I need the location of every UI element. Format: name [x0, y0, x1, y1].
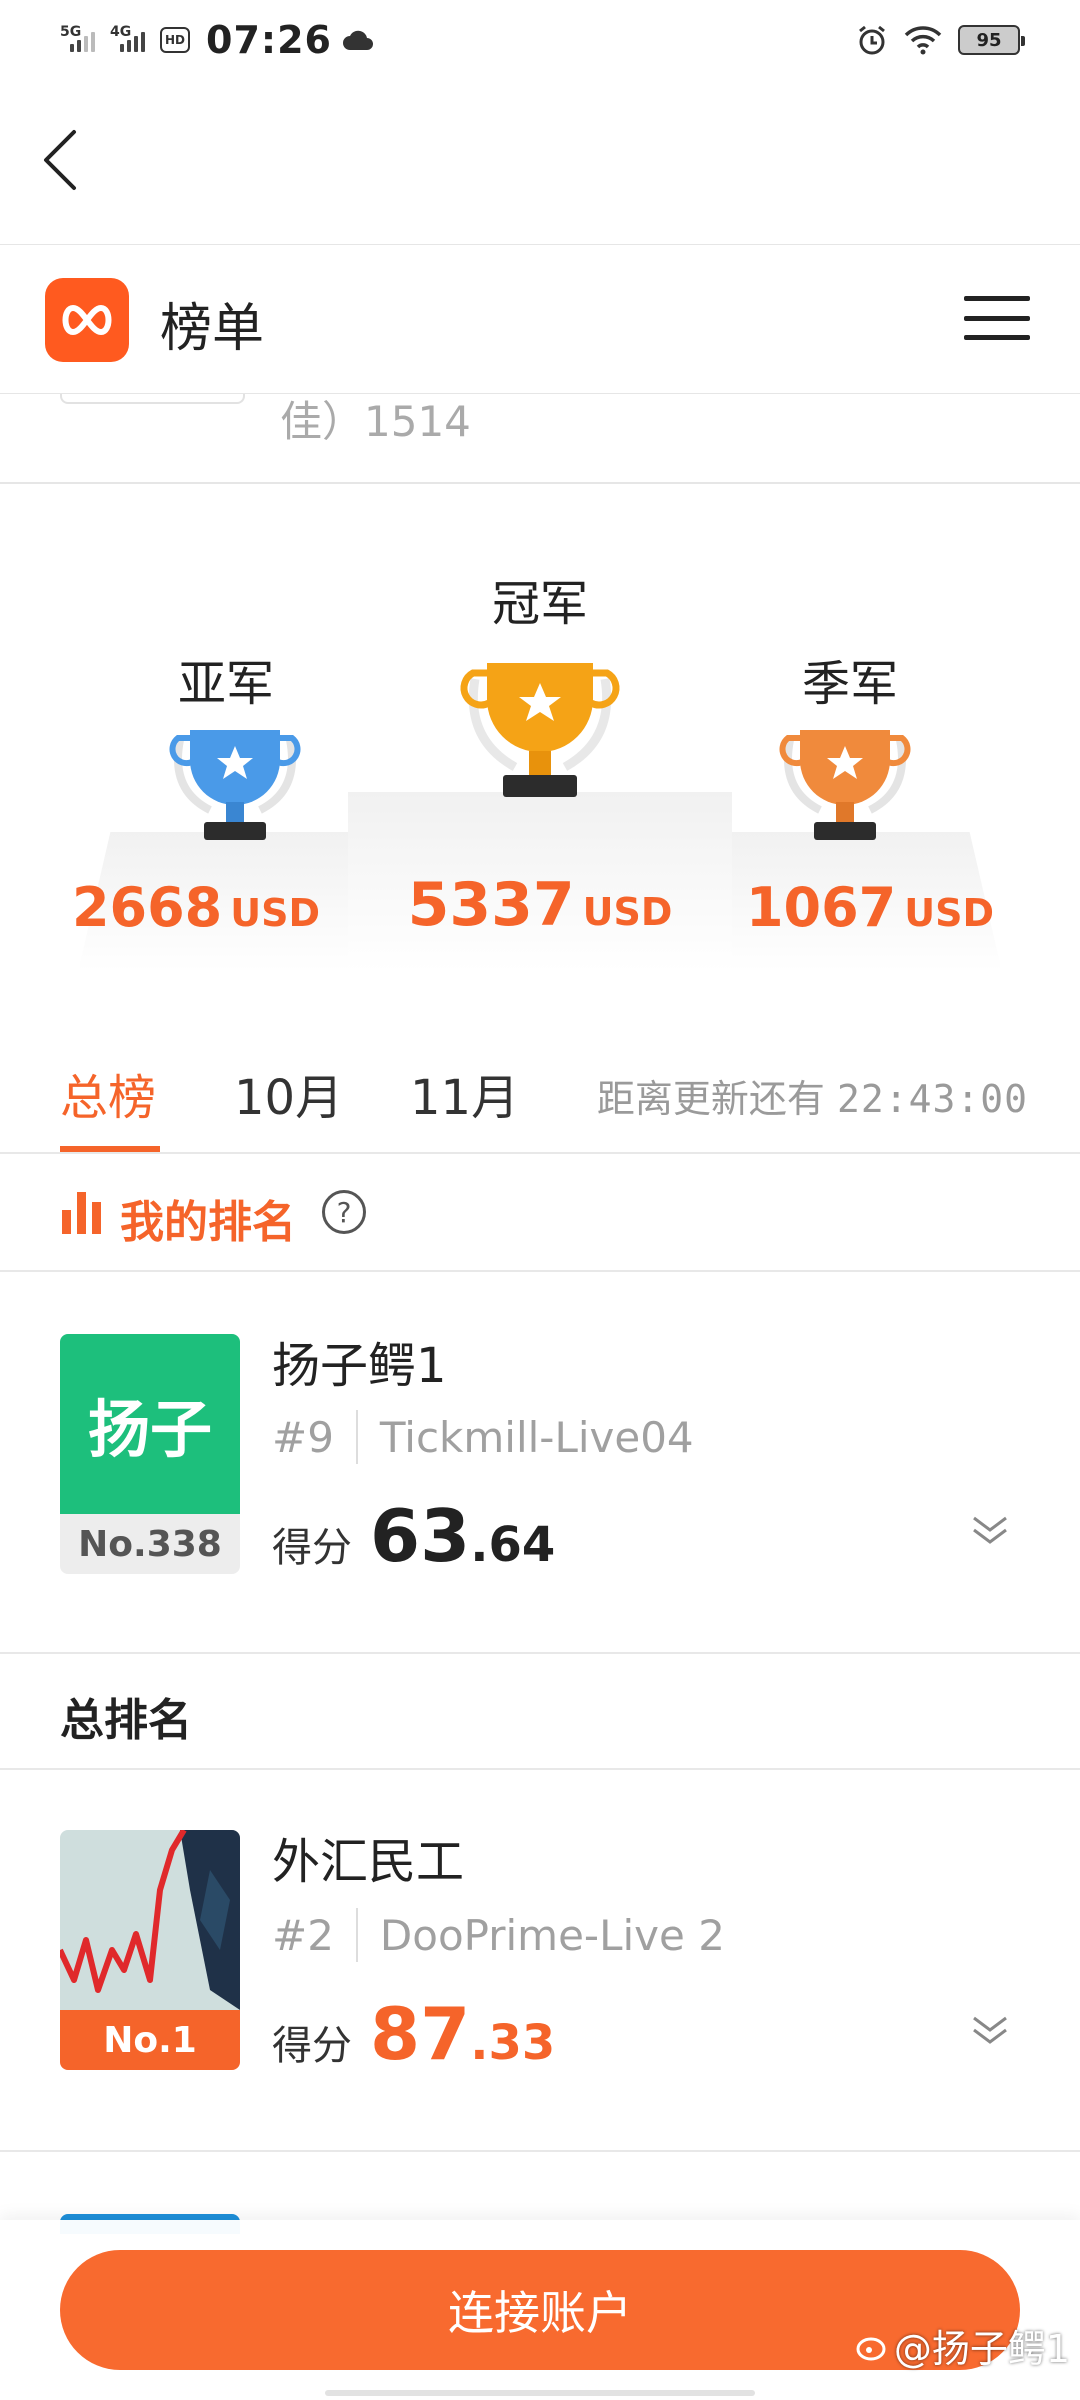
rank-badge: No.1 — [60, 2010, 240, 2070]
my-rank-title: 我的排名 — [120, 1197, 296, 1248]
battery-level: 95 — [976, 29, 1002, 51]
status-time: 07:26 — [206, 18, 332, 62]
score-integer: 87 — [370, 1992, 471, 2076]
meta-divider — [355, 1410, 358, 1464]
score: 得分 87 .33 — [272, 1992, 555, 2076]
bronze-trophy-icon — [779, 730, 911, 840]
account-name: 外汇民工 — [272, 1834, 465, 1890]
account-server: Tickmill-Live04 — [379, 1412, 694, 1462]
account-meta: #9 Tickmill-Live04 — [272, 1410, 694, 1464]
status-left: 5G 4G HD 07:26 — [60, 18, 374, 62]
menu-button[interactable] — [964, 296, 1030, 340]
back-button[interactable] — [30, 120, 90, 200]
period-tabs: 总榜 10月 11月 距离更新还有 22:43:00 — [0, 1014, 1080, 1154]
app-header: 榜单 — [0, 246, 1080, 394]
menu-icon-line — [964, 335, 1030, 340]
signal-5g-icon: 5G — [60, 24, 100, 52]
score-decimal: .64 — [470, 1517, 556, 1573]
status-right: 95 — [856, 24, 1025, 56]
tab-october[interactable]: 10月 — [234, 1058, 343, 1128]
menu-icon-line — [964, 296, 1030, 301]
back-arrow-icon — [44, 130, 76, 190]
app-logo — [45, 278, 129, 362]
third-prize: 1067 USD — [740, 876, 1000, 939]
account-meta: #2 DooPrime-Live 2 — [272, 1908, 725, 1962]
forex-chart-avatar-icon — [60, 1830, 240, 2010]
partial-box — [60, 394, 245, 404]
overall-ranking-header: 总排名 — [0, 1652, 1080, 1770]
overall-ranking-title: 总排名 — [60, 1695, 192, 1746]
score-label: 得分 — [272, 1525, 352, 1571]
menu-icon-line — [964, 315, 1030, 321]
watermark: @扬子鳄1 — [856, 2318, 1070, 2373]
tab-november[interactable]: 11月 — [410, 1058, 519, 1128]
first-prize-amount: 5337 — [407, 870, 575, 940]
third-prize-unit: USD — [904, 891, 995, 935]
infinity-logo-icon — [62, 304, 112, 336]
first-place-label: 冠军 — [491, 576, 588, 632]
account-position: #9 — [272, 1412, 334, 1462]
meta-divider — [355, 1908, 358, 1962]
active-tab-indicator — [60, 1146, 160, 1152]
wifi-icon — [904, 26, 942, 55]
avatar: No.1 — [60, 1830, 240, 2070]
prize-podium: 亚军 冠军 季军 2668 USD 5337 USD 1067 USD — [0, 484, 1080, 1014]
second-place-label: 亚军 — [177, 656, 274, 712]
second-prize-amount: 2668 — [71, 876, 223, 939]
signal-4g-icon: 4G — [110, 24, 150, 52]
signal-4g-label: 4G — [110, 24, 132, 40]
partial-text: 佳）1514 — [280, 397, 471, 446]
update-countdown: 距离更新还有 22:43:00 — [597, 1068, 1028, 1123]
silver-trophy-icon — [169, 730, 301, 840]
status-bar: 5G 4G HD 07:26 95 — [0, 0, 1080, 80]
score-decimal: .33 — [470, 2015, 556, 2071]
help-icon[interactable]: ? — [322, 1190, 366, 1234]
cloud-icon — [342, 30, 373, 50]
account-name: 扬子鳄1 — [272, 1338, 447, 1394]
page-title: 榜单 — [160, 299, 265, 359]
battery-icon: 95 — [958, 25, 1025, 55]
weibo-logo-icon — [856, 2337, 886, 2360]
my-rank-header: 我的排名 ? — [0, 1156, 1080, 1272]
avatar: 扬子 No.338 — [60, 1334, 240, 1574]
home-indicator — [325, 2390, 755, 2396]
hd-icon: HD — [160, 27, 190, 53]
navigation-bar — [0, 80, 1080, 245]
avatar-text: 扬子 — [87, 1393, 212, 1466]
my-rank-card[interactable]: 扬子 No.338 扬子鳄1 #9 Tickmill-Live04 得分 63 … — [0, 1274, 1080, 1652]
first-prize-unit: USD — [582, 890, 673, 934]
account-position: #2 — [272, 1910, 334, 1960]
avatar-image: 扬子 — [60, 1334, 240, 1514]
countdown-label: 距离更新还有 — [596, 1077, 825, 1121]
score-label: 得分 — [272, 2023, 352, 2069]
bar-chart-icon — [62, 1192, 104, 1234]
gold-trophy-icon — [460, 663, 620, 797]
ranking-row[interactable]: No.1 外汇民工 #2 DooPrime-Live 2 得分 87 .33 — [0, 1772, 1080, 2150]
watermark-text: @扬子鳄1 — [893, 2327, 1070, 2371]
countdown-time: 22:43:00 — [836, 1077, 1028, 1121]
rank-badge: No.338 — [60, 1514, 240, 1574]
third-prize-amount: 1067 — [745, 876, 897, 939]
score: 得分 63 .64 — [272, 1494, 555, 1578]
signal-5g-label: 5G — [60, 24, 82, 40]
score-integer: 63 — [370, 1494, 471, 1578]
second-prize-unit: USD — [230, 891, 321, 935]
alarm-icon — [859, 25, 885, 55]
first-prize: 5337 USD — [400, 870, 680, 940]
third-place-label: 季军 — [801, 656, 898, 712]
second-prize: 2668 USD — [66, 876, 326, 939]
bottom-action-bar: 连接账户 @扬子鳄1 — [0, 2220, 1080, 2400]
expand-chevron-icon[interactable] — [970, 1510, 1010, 1550]
expand-chevron-icon[interactable] — [970, 2010, 1010, 2050]
tab-total[interactable]: 总榜 — [60, 1058, 156, 1128]
account-server: DooPrime-Live 2 — [379, 1910, 725, 1960]
scrolled-previous-content: 佳）1514 — [0, 394, 1080, 484]
